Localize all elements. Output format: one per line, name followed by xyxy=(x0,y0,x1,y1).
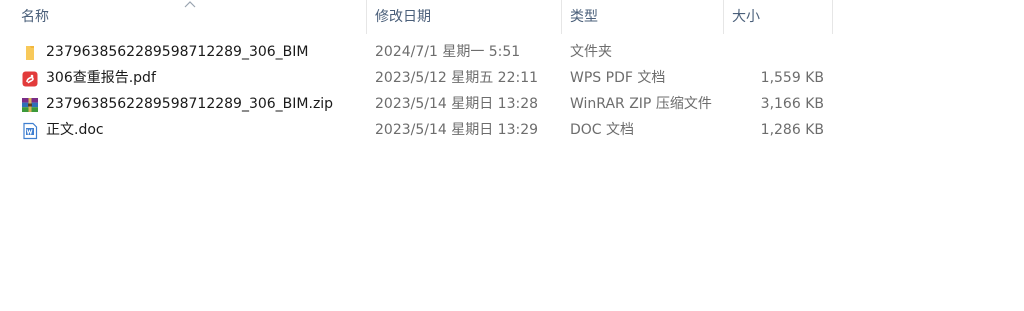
file-size: 1,286 KB xyxy=(760,122,824,138)
folder-icon xyxy=(26,46,34,60)
file-modified: 2023/5/14 星期日 13:29 xyxy=(375,122,539,138)
file-type: DOC 文档 xyxy=(570,122,635,138)
zip-archive-icon xyxy=(22,98,38,112)
file-row[interactable]: 2379638562289598712289_306_BIM.zip 2023/… xyxy=(0,91,1024,117)
column-header-name[interactable]: 名称 xyxy=(0,0,367,34)
file-name-cell: 306查重报告.pdf xyxy=(21,65,366,91)
file-type: WinRAR ZIP 压缩文件 xyxy=(570,96,712,112)
file-size xyxy=(724,39,824,65)
file-size: 1,559 KB xyxy=(760,70,824,86)
column-header-type-label: 类型 xyxy=(570,9,598,25)
column-header-type[interactable]: 类型 xyxy=(549,0,724,34)
file-name: 2379638562289598712289_306_BIM xyxy=(46,44,309,60)
file-row[interactable]: 正文.doc 2023/5/14 星期日 13:29 DOC 文档 1,286 … xyxy=(0,117,1024,143)
column-header-bar: 名称 修改日期 类型 大小 xyxy=(0,0,1024,34)
column-header-name-label: 名称 xyxy=(21,9,49,25)
file-name: 正文.doc xyxy=(46,122,104,138)
column-header-modified[interactable]: 修改日期 xyxy=(354,0,562,34)
file-type: 文件夹 xyxy=(570,44,612,60)
sort-ascending-icon xyxy=(184,1,196,8)
file-name-cell: 正文.doc xyxy=(21,117,366,143)
file-name: 306查重报告.pdf xyxy=(46,70,156,86)
column-header-modified-label: 修改日期 xyxy=(375,9,431,25)
file-row[interactable]: 306查重报告.pdf 2023/5/12 星期五 22:11 WPS PDF … xyxy=(0,65,1024,91)
pdf-icon xyxy=(22,71,38,87)
file-type: WPS PDF 文档 xyxy=(570,70,666,86)
file-name: 2379638562289598712289_306_BIM.zip xyxy=(46,96,334,112)
file-name-cell: 2379638562289598712289_306_BIM xyxy=(21,39,366,65)
column-header-size-label: 大小 xyxy=(732,9,760,25)
word-doc-icon xyxy=(23,122,38,140)
column-header-size[interactable]: 大小 xyxy=(711,0,833,34)
file-modified: 2024/7/1 星期一 5:51 xyxy=(375,44,521,60)
file-name-cell: 2379638562289598712289_306_BIM.zip xyxy=(21,91,366,117)
file-row[interactable]: 2379638562289598712289_306_BIM 2024/7/1 … xyxy=(0,39,1024,65)
file-size: 3,166 KB xyxy=(760,96,824,112)
file-modified: 2023/5/14 星期日 13:28 xyxy=(375,96,539,112)
file-modified: 2023/5/12 星期五 22:11 xyxy=(375,70,539,86)
